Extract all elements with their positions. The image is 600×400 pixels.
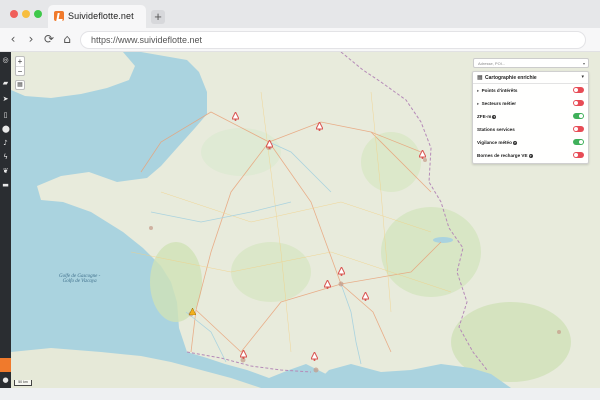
car-icon[interactable]: ▰ (2, 80, 9, 87)
row-label: Bornes de recharge VE (477, 153, 528, 158)
lightning-icon[interactable]: ϟ (2, 154, 9, 161)
layer-toggle[interactable] (573, 100, 584, 106)
location-pin-icon[interactable]: ⬤ (2, 126, 10, 133)
layer-row-zfe[interactable]: ZFE-m? (473, 110, 588, 123)
home-icon[interactable]: ⌂ (60, 32, 74, 46)
zoom-in-button[interactable]: + (16, 57, 24, 66)
message-icon[interactable] (0, 358, 11, 372)
help-icon[interactable]: ? (512, 141, 517, 145)
tab-bar: Suivideflotte.net + (0, 0, 600, 28)
weather-warning-marker[interactable] (189, 308, 196, 317)
tab-title: Suivideflotte.net (68, 11, 134, 21)
browser-toolbar: ‹ › ⟳ ⌂ https://www.suivideflotte.net (0, 28, 600, 52)
panel-header[interactable]: ▦ Cartographie enrichie ▾ (473, 72, 588, 84)
zoom-control: + − (15, 56, 25, 76)
browser-window: Suivideflotte.net + ‹ › ⟳ ⌂ https://www.… (0, 0, 600, 400)
app-sidebar: ◎ ▰ ➤ ▯ ⬤ ♪ ϟ ❦ ▬ ● (0, 52, 11, 388)
navigation-arrow-icon[interactable]: ➤ (2, 96, 9, 103)
maximize-window-button[interactable] (34, 10, 42, 18)
logo-icon[interactable]: ◎ (2, 57, 9, 64)
map-scale: 50 km (14, 380, 32, 386)
chevron-right-icon[interactable]: ▸ (477, 101, 479, 106)
grid-icon: ▦ (477, 75, 483, 81)
layer-toggle[interactable] (573, 126, 584, 132)
england-landmass (11, 52, 135, 98)
layer-toggle[interactable] (573, 113, 584, 119)
document-icon[interactable]: ▯ (2, 112, 9, 119)
help-icon[interactable]: ? (492, 115, 497, 119)
user-icon[interactable]: ● (2, 377, 9, 384)
layer-row-sectors[interactable]: ▸ Secteurs métier (473, 97, 588, 110)
row-label: ZFE-m (477, 114, 492, 119)
close-window-button[interactable] (10, 10, 18, 18)
weather-marker[interactable] (362, 292, 369, 301)
layer-row-ev-chargers[interactable]: Bornes de recharge VE? (473, 149, 588, 162)
weather-marker[interactable] (266, 140, 273, 149)
search-placeholder: Adresse, POI... (478, 61, 506, 66)
minimize-window-button[interactable] (22, 10, 30, 18)
url-text: https://www.suivideflotte.net (91, 35, 203, 45)
sea-label: Golfe de Gascogne - Golfo de Vizcaya (59, 274, 100, 284)
forward-arrow-icon[interactable]: › (24, 32, 38, 46)
layer-toggle[interactable] (573, 87, 584, 93)
row-label: Points d'intérêts (481, 88, 518, 93)
back-arrow-icon[interactable]: ‹ (6, 32, 20, 46)
address-search-input[interactable]: Adresse, POI... ▾ (473, 58, 589, 68)
collapse-icon[interactable]: ▾ (581, 74, 584, 80)
sea-label-es: Golfo de Vizcaya (62, 279, 97, 284)
bell-icon[interactable]: ♪ (2, 140, 9, 147)
layer-row-weather[interactable]: Vigilance météo? (473, 136, 588, 149)
browser-tab[interactable]: Suivideflotte.net (48, 5, 146, 28)
weather-marker[interactable] (240, 350, 247, 359)
reload-icon[interactable]: ⟳ (42, 32, 56, 46)
layer-toggle[interactable] (573, 152, 584, 158)
layer-toggle[interactable] (573, 139, 584, 145)
layers-icon[interactable]: ▦ (15, 80, 25, 90)
weather-marker[interactable] (311, 352, 318, 361)
layer-row-points-of-interest[interactable]: ▸ Points d'intérêts (473, 84, 588, 97)
panel-title: Cartographie enrichie (485, 75, 537, 81)
weather-marker[interactable] (419, 150, 426, 159)
weather-marker[interactable] (338, 267, 345, 276)
weather-marker[interactable] (324, 280, 331, 289)
leaf-icon[interactable]: ❦ (2, 168, 9, 175)
suivideflotte-favicon-icon (54, 11, 64, 21)
truck-icon[interactable]: ▬ (2, 182, 9, 189)
row-label: Secteurs métier (481, 101, 517, 106)
layer-row-fuel-stations[interactable]: Stations services (473, 123, 588, 136)
zoom-out-button[interactable]: − (16, 66, 24, 76)
enriched-map-panel: ▦ Cartographie enrichie ▾ ▸ Points d'int… (472, 71, 589, 164)
new-tab-button[interactable]: + (151, 10, 165, 24)
address-bar[interactable]: https://www.suivideflotte.net (80, 31, 586, 49)
row-label: Stations services (477, 127, 515, 132)
chevron-down-icon[interactable]: ▾ (583, 61, 585, 66)
chevron-right-icon[interactable]: ▸ (477, 88, 479, 93)
help-icon[interactable]: ? (528, 154, 533, 158)
row-label: Vigilance météo (477, 140, 512, 145)
weather-marker[interactable] (316, 122, 323, 131)
weather-marker[interactable] (232, 112, 239, 121)
